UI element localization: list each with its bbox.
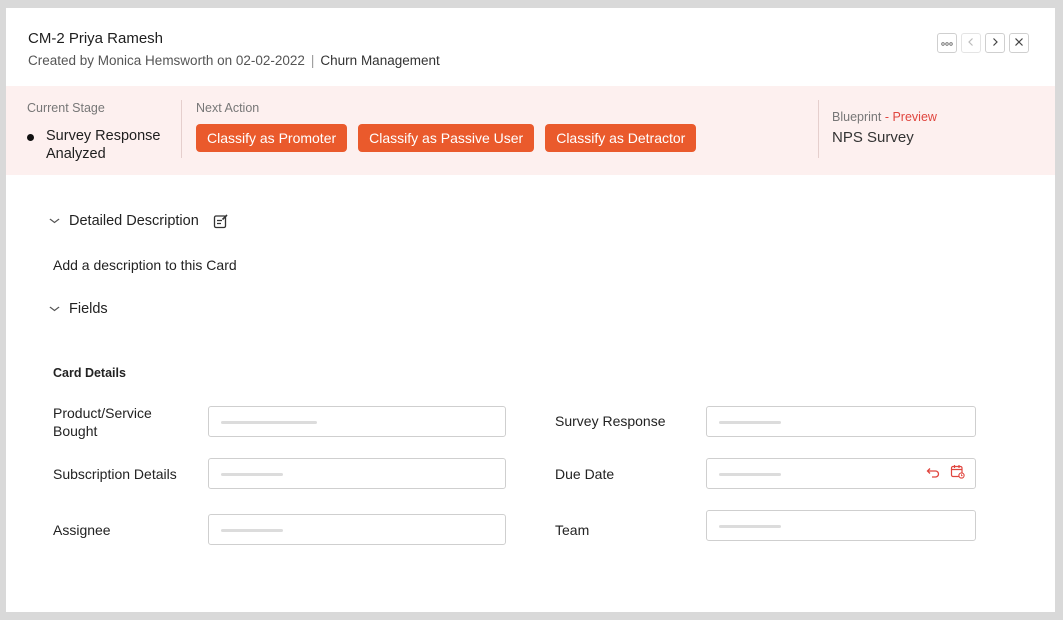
description-section-title: Detailed Description [69, 213, 199, 229]
field-placeholder-bar [719, 524, 781, 528]
current-stage: Survey Response Analyzed [27, 127, 186, 163]
blueprint-stage-bar: Current Stage Survey Response Analyzed N… [6, 86, 1055, 175]
chevron-right-icon [991, 36, 999, 50]
close-button[interactable] [1009, 33, 1029, 53]
due-date-field[interactable] [706, 458, 976, 489]
undo-icon[interactable] [926, 465, 940, 484]
classify-passive-button[interactable]: Classify as Passive User [358, 124, 535, 152]
subscription-details-field[interactable] [208, 458, 506, 489]
blueprint-preview-link[interactable]: - Preview [885, 110, 937, 124]
description-placeholder[interactable]: Add a description to this Card [53, 257, 237, 273]
blueprint-divider [818, 100, 819, 158]
blueprint-label: Blueprint - Preview [832, 110, 937, 124]
team-label: Team [555, 522, 590, 538]
stage-divider [181, 100, 182, 158]
card-header: CM-2 Priya Ramesh Created by Monica Hems… [6, 8, 1055, 86]
created-by-text: Created by Monica Hemsworth on 02-02-202… [28, 53, 305, 68]
product-service-label: Product/Service Bought [53, 405, 152, 439]
next-action-label: Next Action [196, 101, 260, 115]
chevron-down-icon [49, 215, 61, 227]
more-options-button[interactable] [937, 33, 957, 53]
blueprint-label-text: Blueprint [832, 110, 882, 124]
due-date-label: Due Date [555, 466, 615, 482]
blueprint-name: NPS Survey [832, 129, 914, 146]
description-section-header[interactable]: Detailed Description [49, 213, 229, 229]
next-card-button[interactable] [985, 33, 1005, 53]
next-action-buttons: Classify as Promoter Classify as Passive… [196, 124, 697, 152]
current-stage-label: Current Stage [27, 101, 105, 115]
card-detail-panel: CM-2 Priya Ramesh Created by Monica Hems… [6, 8, 1055, 612]
chevron-left-icon [967, 36, 975, 50]
current-stage-value: Survey Response Analyzed [46, 128, 161, 162]
classify-detractor-button[interactable]: Classify as Detractor [545, 124, 697, 152]
header-controls [937, 33, 1029, 53]
close-icon [1014, 36, 1024, 50]
board-name[interactable]: Churn Management [320, 53, 439, 68]
edit-icon[interactable] [213, 213, 229, 229]
previous-card-button[interactable] [961, 33, 981, 53]
fields-section-header[interactable]: Fields [49, 301, 108, 317]
card-details-title: Card Details [53, 366, 126, 380]
stage-dot-icon [27, 134, 34, 141]
survey-response-label: Survey Response [555, 413, 666, 429]
subtitle-separator: | [310, 53, 315, 68]
card-subtitle: Created by Monica Hemsworth on 02-02-202… [28, 53, 440, 68]
field-placeholder-bar [221, 472, 283, 476]
fields-section-title: Fields [69, 301, 108, 317]
card-title: CM-2 Priya Ramesh [28, 30, 164, 47]
classify-promoter-button[interactable]: Classify as Promoter [196, 124, 348, 152]
field-placeholder-bar [719, 472, 781, 476]
field-placeholder-bar [719, 420, 781, 424]
due-date-icons [926, 464, 965, 484]
chevron-down-icon [49, 303, 61, 315]
assignee-label: Assignee [53, 522, 111, 538]
calendar-icon[interactable] [950, 464, 965, 484]
field-placeholder-bar [221, 420, 317, 424]
product-service-field[interactable] [208, 406, 506, 437]
subscription-details-label: Subscription Details [53, 466, 177, 482]
team-field[interactable] [706, 510, 976, 541]
field-placeholder-bar [221, 528, 283, 532]
survey-response-field[interactable] [706, 406, 976, 437]
assignee-field[interactable] [208, 514, 506, 545]
more-dots-icon [941, 38, 953, 48]
